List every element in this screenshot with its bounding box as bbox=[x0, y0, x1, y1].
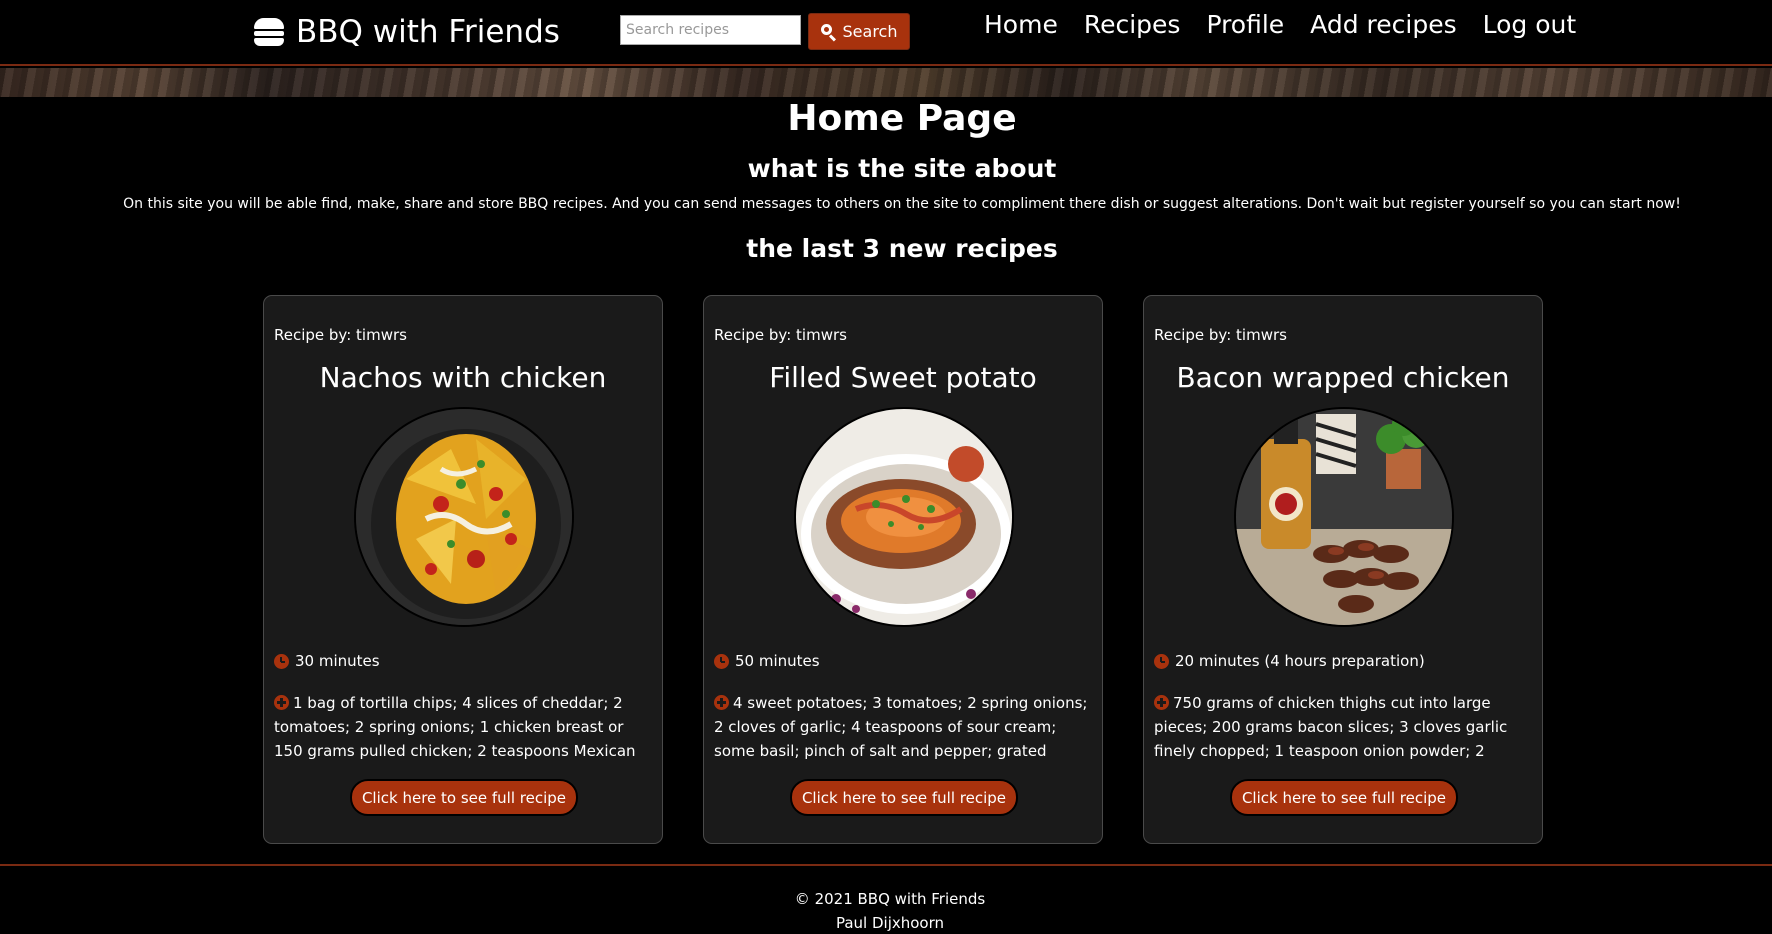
recipe-ingredients: 1 bag of tortilla chips; 4 slices of che… bbox=[274, 691, 656, 763]
recipe-ingredients-text: 4 sweet potatoes; 3 tomatoes; 2 spring o… bbox=[714, 694, 1088, 760]
plus-circle-icon bbox=[274, 695, 289, 710]
search-button-label: Search bbox=[842, 22, 898, 41]
recipe-time: 50 minutes bbox=[714, 652, 820, 670]
recent-recipes-heading: the last 3 new recipes bbox=[746, 234, 1058, 263]
full-recipe-button[interactable]: Click here to see full recipe bbox=[1230, 779, 1458, 816]
footer: © 2021 BBQ with Friends Paul Dijxhoorn bbox=[0, 864, 1772, 934]
page-title: Home Page bbox=[787, 98, 1017, 139]
full-recipe-button[interactable]: Click here to see full recipe bbox=[790, 779, 1018, 816]
recipe-photo bbox=[794, 407, 1014, 627]
plus-circle-icon bbox=[714, 695, 729, 710]
recipe-title: Bacon wrapped chicken bbox=[1176, 361, 1510, 394]
nav-log-out[interactable]: Log out bbox=[1483, 10, 1577, 46]
hamburger-icon bbox=[254, 18, 284, 46]
header-banner bbox=[0, 68, 1772, 97]
recipe-photo bbox=[1234, 407, 1454, 627]
recipe-card: Recipe by: timwrs Bacon wrapped chicken bbox=[1143, 295, 1543, 844]
nav-home[interactable]: Home bbox=[984, 10, 1058, 46]
brand-name: BBQ with Friends bbox=[296, 14, 560, 50]
recipe-author: Recipe by: timwrs bbox=[714, 326, 847, 344]
recipe-card: Recipe by: timwrs Nachos with chicken 30… bbox=[263, 295, 663, 844]
recipe-time-text: 30 minutes bbox=[295, 652, 380, 670]
footer-copyright: © 2021 BBQ with Friends bbox=[794, 890, 986, 908]
search-button[interactable]: Search bbox=[808, 13, 910, 50]
clock-icon bbox=[274, 653, 289, 669]
recipe-author: Recipe by: timwrs bbox=[1154, 326, 1287, 344]
recipe-ingredients-text: 750 grams of chicken thighs cut into lar… bbox=[1154, 694, 1508, 760]
brand-link[interactable]: BBQ with Friends bbox=[254, 12, 560, 52]
search-icon bbox=[820, 24, 836, 42]
recipe-ingredients-text: 1 bag of tortilla chips; 4 slices of che… bbox=[274, 694, 636, 760]
plus-circle-icon bbox=[1154, 695, 1169, 710]
recipe-title: Filled Sweet potato bbox=[769, 361, 1037, 394]
recipe-ingredients: 750 grams of chicken thighs cut into lar… bbox=[1154, 691, 1536, 763]
clock-icon bbox=[1154, 653, 1169, 669]
recipe-author: Recipe by: timwrs bbox=[274, 326, 407, 344]
full-recipe-button[interactable]: Click here to see full recipe bbox=[350, 779, 578, 816]
recipe-card: Recipe by: timwrs Filled Sweet potato 50… bbox=[703, 295, 1103, 844]
recipe-title: Nachos with chicken bbox=[319, 361, 607, 394]
search-input[interactable] bbox=[620, 15, 801, 45]
clock-icon bbox=[714, 653, 729, 669]
nav-profile[interactable]: Profile bbox=[1206, 10, 1284, 46]
navbar: BBQ with Friends Search Home Recipes Pro… bbox=[0, 0, 1772, 66]
recipe-time: 20 minutes (4 hours preparation) bbox=[1154, 652, 1425, 670]
recipe-time-text: 20 minutes (4 hours preparation) bbox=[1175, 652, 1425, 670]
about-heading: what is the site about bbox=[747, 154, 1057, 183]
main-nav: Home Recipes Profile Add recipes Log out bbox=[984, 10, 1576, 46]
intro-text: On this site you will be able find, make… bbox=[123, 196, 1681, 212]
nav-recipes[interactable]: Recipes bbox=[1084, 10, 1181, 46]
nav-add-recipes[interactable]: Add recipes bbox=[1310, 10, 1456, 46]
recipe-photo bbox=[354, 407, 574, 627]
recipe-ingredients: 4 sweet potatoes; 3 tomatoes; 2 spring o… bbox=[714, 691, 1096, 763]
footer-author: Paul Dijxhoorn bbox=[835, 914, 945, 932]
recipe-time: 30 minutes bbox=[274, 652, 380, 670]
recipe-time-text: 50 minutes bbox=[735, 652, 820, 670]
